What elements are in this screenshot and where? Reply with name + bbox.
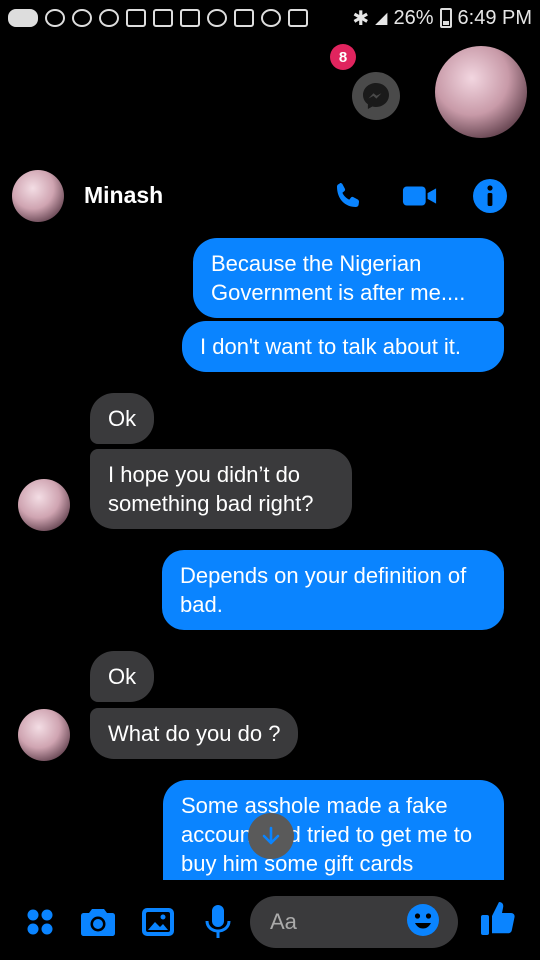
gallery-button[interactable] [140, 904, 176, 940]
composer-bar [0, 880, 540, 960]
conversation-header: Minash [0, 168, 540, 228]
video-icon [402, 186, 437, 206]
gmail-icon [153, 9, 173, 27]
emoji-icon [407, 903, 439, 936]
message-bubble-outgoing[interactable]: Depends on your definition of bad. [162, 550, 504, 630]
snapchat-icon [72, 9, 92, 27]
emoji-button[interactable] [406, 903, 440, 942]
phone-icon [337, 183, 360, 207]
status-bar: ✱ ◢ 26% 6:49 PM [0, 0, 540, 36]
thumbs-up-icon [481, 902, 515, 935]
bubbles-icon [207, 9, 227, 27]
camera-icon [81, 909, 115, 936]
chat-head-avatar[interactable] [435, 46, 527, 138]
messenger-chat-head[interactable] [352, 72, 400, 120]
battery-icon [439, 8, 452, 28]
wifi-signal-icon: ◢ [375, 10, 388, 27]
message-bubble-incoming[interactable]: I hope you didn’t do something bad right… [90, 449, 352, 529]
more-notifications-icon [8, 9, 38, 27]
gmail-icon [234, 9, 254, 27]
status-right: ✱ ◢ 26% 6:49 PM [352, 6, 532, 31]
sender-avatar[interactable] [18, 479, 70, 531]
gallery-icon [142, 908, 174, 936]
video-call-button[interactable] [402, 178, 438, 214]
voice-button[interactable] [200, 904, 236, 940]
bluetooth-icon: ✱ [352, 7, 370, 30]
message-bubble-incoming[interactable]: Ok [90, 651, 155, 702]
key-icon [261, 9, 281, 27]
call-button[interactable] [330, 178, 366, 214]
message-bubble-outgoing[interactable]: Some asshole made a fake account and tri… [163, 780, 504, 881]
gmail-icon [180, 9, 200, 27]
info-button[interactable] [472, 178, 508, 214]
clock: 6:49 PM [457, 6, 532, 29]
mic-icon [205, 905, 231, 938]
arrow-down-icon [262, 826, 280, 845]
message-bubble-incoming[interactable]: What do you do ? [90, 708, 299, 759]
apps-icon [27, 909, 53, 935]
scroll-to-bottom-button[interactable] [248, 813, 294, 859]
messenger-icon [363, 83, 389, 109]
notification-icons [8, 9, 308, 27]
message-bubble-outgoing[interactable]: I don't want to talk about it. [182, 321, 504, 372]
contact-name[interactable]: Minash [84, 182, 163, 209]
message-bubble-outgoing[interactable]: Because the Nigerian Government is after… [193, 238, 504, 318]
camera-button[interactable] [80, 904, 116, 940]
message-input[interactable] [268, 908, 402, 936]
contact-avatar[interactable] [12, 170, 64, 222]
info-icon [473, 179, 507, 213]
spotify-icon [45, 9, 65, 27]
message-bubble-incoming[interactable]: Ok [90, 393, 155, 444]
sender-avatar[interactable] [18, 709, 70, 761]
apps-button[interactable] [22, 904, 58, 940]
snapchat-icon [99, 9, 119, 27]
image-icon [288, 9, 308, 27]
like-button[interactable] [480, 900, 516, 936]
gmail-icon [126, 9, 146, 27]
unread-badge: 8 [330, 44, 356, 70]
battery-percent: 26% [393, 6, 434, 29]
message-input-box[interactable] [250, 896, 458, 948]
